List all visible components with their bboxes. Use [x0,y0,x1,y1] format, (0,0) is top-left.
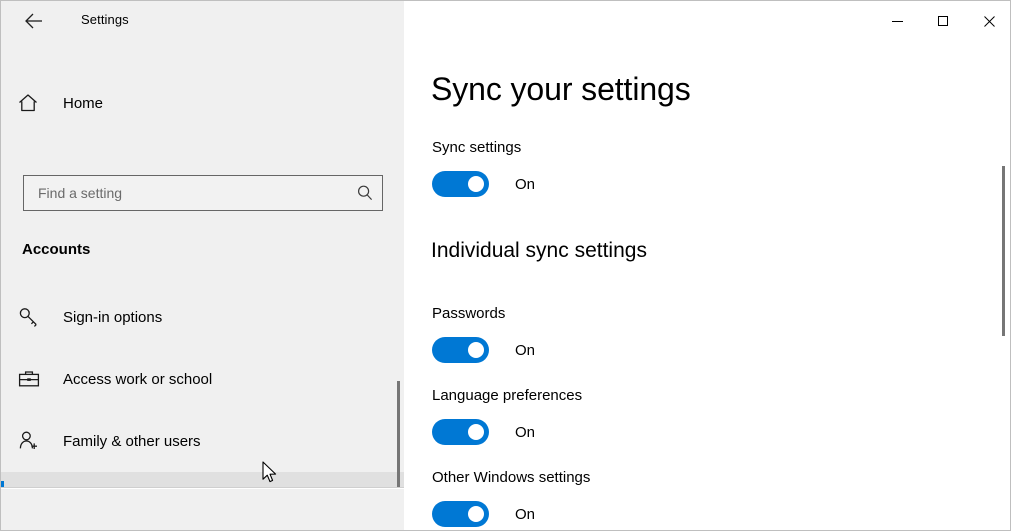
sidebar-item-label: Sign-in options [63,308,163,326]
minimize-icon [891,20,903,22]
search-box[interactable] [23,175,383,211]
briefcase-icon [17,367,57,391]
sidebar-item-label: Access work or school [63,370,213,388]
title-bar: Settings [1,1,1010,41]
individual-sync-settings-header: Individual sync settings [431,239,647,262]
sidebar-item-home-label: Home [63,94,104,112]
sync-settings-label: Sync settings [432,139,522,156]
toggle-knob [468,342,484,358]
other-windows-settings-toggle[interactable] [432,501,489,527]
sidebar-scrollbar-thumb[interactable] [397,381,400,487]
sync-settings-toggle[interactable] [432,171,489,197]
page-title: Sync your settings [431,71,691,107]
window-controls [874,1,1010,41]
sidebar-item-family-and-other-users[interactable]: Family & other users [1,410,404,472]
minimize-button[interactable] [874,1,920,41]
sidebar-item-home[interactable]: Home [1,81,404,125]
settings-window: Settings Home Find a setting Accounts Si… [0,0,1011,531]
passwords-toggle[interactable] [432,337,489,363]
back-arrow-icon[interactable] [21,10,47,32]
key-icon [17,305,57,329]
toggle-knob [468,506,484,522]
window-title: Settings [81,12,129,27]
main-content: Sync your settings Sync settings On Indi… [404,41,1010,530]
toggle-knob [468,424,484,440]
language-preferences-toggle-row: On [432,419,535,445]
sidebar-nav-list: Sign-in options Access work or school Fa… [1,286,404,487]
language-preferences-label: Language preferences [432,387,583,404]
maximize-icon [938,16,948,26]
search-input[interactable] [24,185,348,201]
sidebar: Home Accounts [1,41,404,488]
close-icon [983,15,995,27]
person-add-icon [17,429,57,453]
sidebar-item-label: Family & other users [63,432,201,450]
sidebar-item-sign-in-options[interactable]: Sign-in options [1,286,404,348]
sidebar-section-header: Accounts [22,241,91,258]
passwords-state: On [515,341,536,359]
other-windows-settings-toggle-row: On [432,501,535,527]
passwords-label: Passwords [432,305,506,322]
language-preferences-toggle[interactable] [432,419,489,445]
sidebar-item-access-work-or-school[interactable]: Access work or school [1,348,404,410]
search-icon[interactable] [348,184,382,202]
sidebar-bottom-fill [1,489,404,530]
main-scrollbar-thumb[interactable] [1002,166,1005,336]
toggle-knob [468,176,484,192]
home-icon [17,92,57,114]
maximize-button[interactable] [920,1,966,41]
sidebar-item-sync-your-settings[interactable]: Sync your settings [1,472,404,487]
close-button[interactable] [966,1,1010,41]
other-windows-settings-state: On [515,505,536,523]
sync-settings-toggle-row: On [432,171,535,197]
passwords-toggle-row: On [432,337,535,363]
sync-settings-state: On [515,175,536,193]
selection-accent-bar [1,481,4,487]
language-preferences-state: On [515,423,536,441]
other-windows-settings-label: Other Windows settings [432,469,591,486]
